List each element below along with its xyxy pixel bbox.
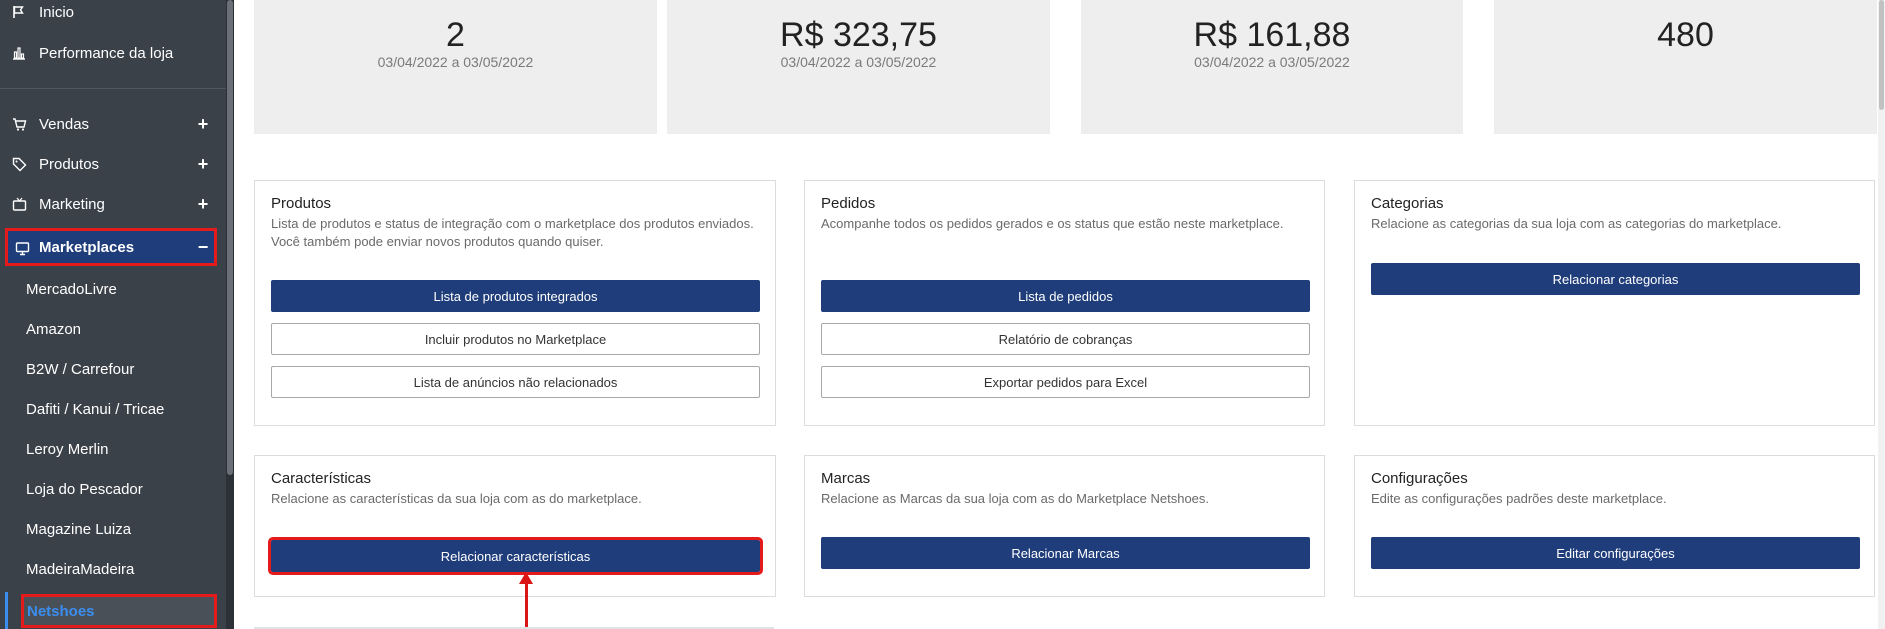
stat-value: R$ 323,75: [780, 16, 937, 54]
card-description: Lista de produtos e status de integração…: [271, 216, 754, 249]
sidebar-subitem-madeiramadeira[interactable]: MadeiraMadeira: [26, 561, 134, 578]
export-orders-button[interactable]: Exportar pedidos para Excel: [821, 366, 1310, 398]
bar-chart-icon: [11, 45, 27, 61]
relate-categories-button[interactable]: Relacionar categorias: [1371, 263, 1860, 295]
sidebar-subitem-b2w-carrefour[interactable]: B2W / Carrefour: [26, 361, 134, 378]
sidebar-item-label: Vendas: [39, 115, 90, 133]
sidebar-subitem-dafiti[interactable]: Dafiti / Kanui / Tricae: [26, 401, 164, 418]
collapse-icon[interactable]: −: [196, 237, 210, 258]
tv-icon: [11, 196, 27, 212]
unrelated-listings-button[interactable]: Lista de anúncios não relacionados: [271, 366, 760, 398]
card-description: Relacione as Marcas da sua loja com as d…: [821, 491, 1210, 506]
expand-icon[interactable]: +: [196, 194, 210, 215]
relate-brands-button[interactable]: Relacionar Marcas: [821, 537, 1310, 569]
sidebar-item-produtos[interactable]: Produtos +: [0, 148, 226, 180]
sidebar-item-vendas[interactable]: Vendas +: [0, 108, 226, 140]
stat-value: 2: [446, 16, 465, 54]
order-list-button[interactable]: Lista de pedidos: [821, 280, 1310, 312]
card-caracteristicas: Características Relacione as característ…: [254, 455, 776, 597]
sidebar-subitem-leroy-merlin[interactable]: Leroy Merlin: [26, 441, 109, 458]
billing-report-button[interactable]: Relatório de cobranças: [821, 323, 1310, 355]
sidebar-item-label: Inicio: [39, 3, 75, 21]
edit-settings-button[interactable]: Editar configurações: [1371, 537, 1860, 569]
sidebar-scrollbar[interactable]: [226, 0, 234, 629]
sidebar-subitem-amazon[interactable]: Amazon: [26, 321, 81, 338]
stat-tile-average-ticket: R$ 161,88 03/04/2022 a 03/05/2022: [1081, 0, 1463, 134]
card-title: Características: [271, 470, 372, 487]
card-categorias: Categorias Relacione as categorias da su…: [1354, 180, 1875, 426]
cart-icon: [11, 116, 27, 132]
stat-tile-revenue: R$ 323,75 03/04/2022 a 03/05/2022: [667, 0, 1050, 134]
sidebar-subitem-netshoes[interactable]: Netshoes: [21, 594, 217, 628]
card-title: Configurações: [1371, 470, 1468, 487]
stat-period: 03/04/2022 a 03/05/2022: [780, 54, 937, 70]
page-scrollbar[interactable]: [1878, 0, 1885, 629]
sidebar-item-marketing[interactable]: Marketing +: [0, 188, 226, 220]
sidebar-subitem-magazine-luiza[interactable]: Magazine Luiza: [26, 521, 131, 538]
monitor-icon: [14, 240, 30, 256]
scrollbar-thumb[interactable]: [227, 0, 233, 475]
stat-period: 03/04/2022 a 03/05/2022: [377, 54, 534, 70]
card-marcas: Marcas Relacione as Marcas da sua loja c…: [804, 455, 1325, 597]
stat-value: 480: [1657, 16, 1714, 54]
sidebar-item-label: Marketplaces: [39, 238, 135, 256]
card-title: Produtos: [271, 195, 332, 212]
flag-icon: [11, 4, 27, 20]
sidebar-item-marketplaces[interactable]: Marketplaces −: [5, 228, 217, 266]
sidebar-subitem-mercadolivre[interactable]: MercadoLivre: [26, 281, 117, 298]
sidebar-item-inicio[interactable]: Inicio: [0, 0, 226, 28]
sidebar-subitem-loja-do-pescador[interactable]: Loja do Pescador: [26, 481, 143, 498]
integrated-products-button[interactable]: Lista de produtos integrados: [271, 280, 760, 312]
expand-icon[interactable]: +: [196, 114, 210, 135]
card-title: Pedidos: [821, 195, 876, 212]
sidebar-item-label: Marketing: [39, 195, 105, 213]
card-produtos: Produtos Lista de produtos e status de i…: [254, 180, 776, 426]
sidebar-item-label: Produtos: [39, 155, 100, 173]
card-title: Marcas: [821, 470, 871, 487]
card-description: Relacione as categorias da sua loja com …: [1371, 216, 1782, 231]
sidebar-item-label: Performance da loja: [39, 44, 174, 62]
stat-period: 03/04/2022 a 03/05/2022: [1194, 54, 1350, 70]
include-products-button[interactable]: Incluir produtos no Marketplace: [271, 323, 760, 355]
card-description: Relacione as características da sua loja…: [271, 491, 642, 506]
annotation-arrow-line: [525, 582, 528, 629]
stat-value: R$ 161,88: [1193, 16, 1351, 54]
expand-icon[interactable]: +: [196, 154, 210, 175]
tag-icon: [11, 156, 27, 172]
relate-characteristics-button[interactable]: Relacionar características: [268, 537, 763, 575]
card-description: Edite as configurações padrões deste mar…: [1371, 491, 1667, 506]
stat-tile-products: 480: [1494, 0, 1877, 134]
sidebar-divider: [0, 88, 226, 89]
stat-tile-orders: 2 03/04/2022 a 03/05/2022: [254, 0, 657, 134]
sidebar: Inicio Performance da loja Vendas + Prod…: [0, 0, 234, 629]
sidebar-item-performance[interactable]: Performance da loja: [0, 37, 226, 69]
card-title: Categorias: [1371, 195, 1444, 212]
scrollbar-thumb[interactable]: [1879, 0, 1884, 110]
card-pedidos: Pedidos Acompanhe todos os pedidos gerad…: [804, 180, 1325, 426]
card-configuracoes: Configurações Edite as configurações pad…: [1354, 455, 1875, 597]
active-marker: [5, 592, 8, 629]
card-description: Acompanhe todos os pedidos gerados e os …: [821, 216, 1284, 231]
